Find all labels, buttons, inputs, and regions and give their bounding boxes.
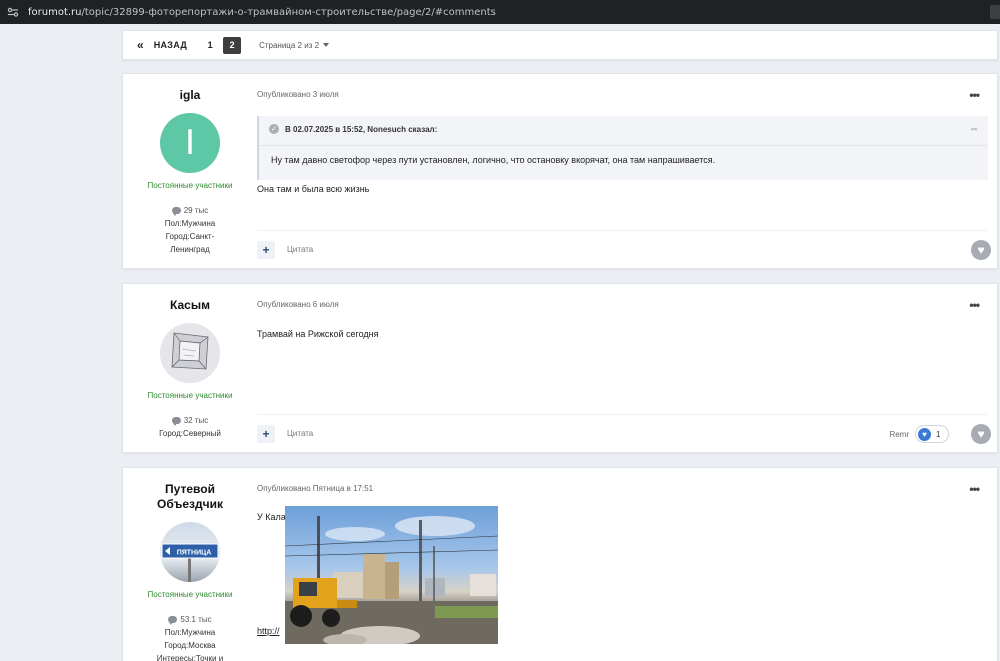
post-count: 32 тыс [183,416,209,425]
site-info-icon[interactable] [6,5,20,19]
page-info-dropdown[interactable]: Страница 2 из 2 [259,41,330,50]
heart-reaction-icon: ♥ [918,427,931,441]
post-date[interactable]: Опубликовано 6 июля [257,300,339,309]
post-link[interactable]: http:// [257,624,280,638]
quote-header: В 02.07.2025 в 15:52, Nonesuch сказал: [285,124,438,134]
post-body: Опубликовано Пятница в 17:51 ••• У Калан… [257,468,987,661]
multiquote-add-button[interactable]: + [257,240,275,259]
post-text: Трамвай на Рижской сегодня [257,329,379,339]
multiquote-add-button[interactable]: + [257,424,275,443]
quote-text: Ну там давно светофор через пути установ… [271,155,716,165]
more-options-icon[interactable]: ••• [969,482,980,496]
author-panel: igla I Постоянные участники 29 тыс Пол:М… [123,74,257,256]
post-igla: igla I Постоянные участники 29 тыс Пол:М… [122,73,998,269]
profile-field: Интересы:Точки и [156,654,224,661]
avatar[interactable]: I [160,113,220,173]
comment-bubble-icon [171,207,181,216]
avatar[interactable]: ПЯТНИЦА [160,522,220,582]
quote-button[interactable]: Цитата [287,245,313,254]
post-count: 53.1 тыс [180,615,212,624]
quote-block: ✓ В 02.07.2025 в 15:52, Nonesuch сказал:… [257,116,988,180]
reaction-count: 1 [936,429,941,439]
reactor-name[interactable]: Remr [889,430,909,439]
caret-down-icon [323,43,330,47]
react-button[interactable]: ♥ [971,240,991,260]
post-photo-construction[interactable] [285,506,498,644]
double-chevron-left-icon[interactable]: « [137,38,144,52]
more-options-icon[interactable]: ••• [969,88,980,102]
more-options-icon[interactable]: ••• [969,298,980,312]
construction-scene [285,516,498,644]
prev-page-button[interactable]: НАЗАД [154,40,187,50]
post-footer: + Цитата Remr ♥ 1 ♥ [257,414,991,452]
quote-divider [259,145,988,146]
reaction-count-pill[interactable]: ♥ 1 [915,425,949,443]
check-circle-icon: ✓ [269,124,279,134]
member-role: Постоянные участники [147,181,233,190]
profile-field: Пол:Мужчина [164,628,216,637]
post-text: Она там и была всю жизнь [257,184,370,194]
post-body: Опубликовано 3 июля ••• ✓ В 02.07.2025 в… [257,74,991,268]
heart-icon: ♥ [977,243,985,257]
avatar[interactable] [160,323,220,383]
heart-icon: ♥ [977,427,985,441]
profile-field: Город:Северный [159,429,221,438]
post-date[interactable]: Опубликовано Пятница в 17:51 [257,484,373,493]
post-putevoy-obezdchik: Путевой Объездчик ПЯТНИЦА Постоянные уча… [122,467,998,661]
author-stats: 32 тыс Город:Северный [123,414,257,440]
quote-button[interactable]: Цитата [287,429,313,438]
post-kasym: Касым Постоянные участники 32 тыс Город:… [122,283,998,453]
author-stats: 53.1 тыс Пол:Мужчина Город:Москва Интере… [123,613,257,661]
profile-field: Ленинград [170,245,210,254]
browser-url-bar[interactable]: forumot.ru/topic/32899-фоторепортажи-о-т… [0,0,1000,24]
street-sign-avatar: ПЯТНИЦА [161,543,219,582]
profile-field: Город:Москва [164,641,216,650]
pagination-bar: « НАЗАД 1 2 Страница 2 из 2 [122,30,998,60]
profile-field: Город:Санкт- [165,232,215,241]
share-arrow-icon[interactable]: ➦ [970,124,978,135]
url-text[interactable]: forumot.ru/topic/32899-фоторепортажи-о-т… [28,7,496,18]
author-panel: Путевой Объездчик ПЯТНИЦА Постоянные уча… [123,468,257,661]
post-footer: + Цитата ♥ [257,230,991,268]
page-2-current[interactable]: 2 [223,36,242,54]
member-role: Постоянные участники [147,391,233,400]
author-panel: Касым Постоянные участники 32 тыс Город:… [123,284,257,440]
comment-bubble-icon [171,417,181,426]
post-count: 29 тыс [183,206,209,215]
sketch-room-avatar [160,323,220,383]
comment-bubble-icon [168,616,178,625]
author-name[interactable]: igla [123,88,257,103]
member-role: Постоянные участники [147,590,233,599]
author-name[interactable]: Касым [123,298,257,313]
author-stats: 29 тыс Пол:Мужчина Город:Санкт- Ленингра… [123,204,257,256]
avatar-letter: I [184,123,196,163]
avatar-sign-text: ПЯТНИЦА [177,550,212,557]
post-body: Опубликовано 6 июля ••• Трамвай на Рижск… [257,284,991,452]
post-date[interactable]: Опубликовано 3 июля [257,90,339,99]
page-1-link[interactable]: 1 [201,37,219,54]
profile-field: Пол:Мужчина [164,219,216,228]
author-name[interactable]: Путевой Объездчик [123,482,257,512]
extension-edge [990,5,1000,19]
react-button[interactable]: ♥ [971,424,991,444]
